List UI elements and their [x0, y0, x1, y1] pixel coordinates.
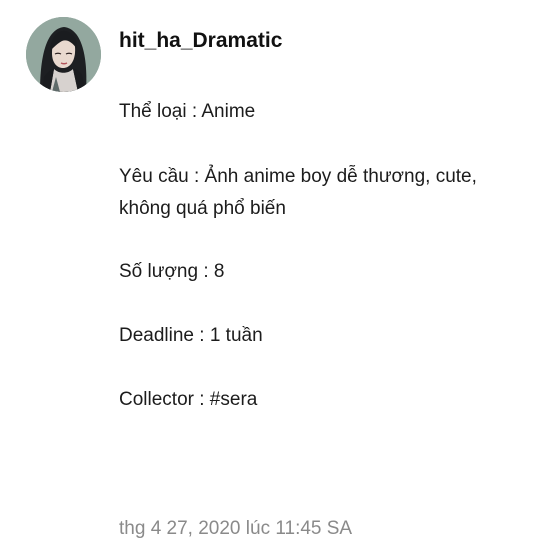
post-timestamp: thg 4 27, 2020 lúc 11:45 SA — [119, 518, 353, 539]
collector-line: Collector : #sera — [119, 389, 258, 410]
avatar-anime-girl-icon — [26, 17, 101, 92]
genre-line: Thể loại : Anime — [119, 101, 256, 122]
deadline-line: Deadline : 1 tuần — [119, 325, 263, 346]
comment-post: hit_ha_Dramatic Thể loại : Anime Yêu cầu… — [0, 0, 539, 557]
author-username[interactable]: hit_ha_Dramatic — [119, 29, 282, 53]
quantity-line: Số lượng : 8 — [119, 261, 225, 282]
request-line: Yêu cầu : Ảnh anime boy dễ thương, cute,… — [119, 166, 477, 219]
author-avatar[interactable] — [26, 17, 101, 92]
